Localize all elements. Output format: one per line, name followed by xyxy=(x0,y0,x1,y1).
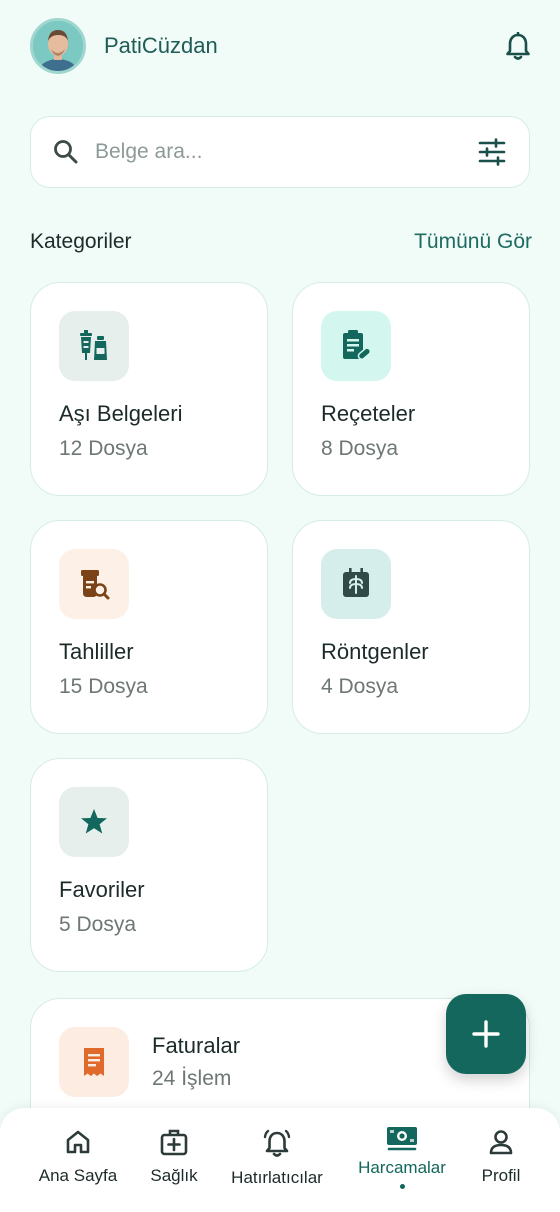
category-card-favorites[interactable]: Favoriler 5 Dosya xyxy=(30,758,268,972)
money-icon xyxy=(387,1127,417,1151)
category-icon-box xyxy=(321,549,391,619)
invoice-count: 24 İşlem xyxy=(152,1067,232,1090)
category-title: Favoriler xyxy=(59,877,145,902)
categories-title: Kategoriler xyxy=(30,230,132,253)
alarm-bell-icon xyxy=(263,1129,291,1157)
category-title: Aşı Belgeleri xyxy=(59,401,183,426)
search-bar xyxy=(30,116,530,188)
notifications-button[interactable] xyxy=(498,26,538,66)
invoice-title: Faturalar xyxy=(152,1033,241,1058)
category-card-xrays[interactable]: Röntgenler 4 Dosya xyxy=(292,520,530,734)
add-document-button[interactable] xyxy=(446,994,526,1074)
category-title: Röntgenler xyxy=(321,639,429,664)
nav-health[interactable]: Sağlık xyxy=(144,1128,204,1186)
invoice-icon-box xyxy=(59,1027,129,1097)
categories-header: Kategoriler Tümünü Gör xyxy=(30,222,532,262)
star-icon xyxy=(81,809,107,834)
category-card-prescriptions[interactable]: Reçeteler 8 Dosya xyxy=(292,282,530,496)
xray-icon xyxy=(343,568,369,597)
category-icon-box xyxy=(59,787,129,857)
see-all-link[interactable]: Tümünü Gör xyxy=(414,230,532,254)
category-card-vaccines[interactable]: Aşı Belgeleri 12 Dosya xyxy=(30,282,268,496)
home-icon xyxy=(66,1130,90,1154)
nav-label: Ana Sayfa xyxy=(38,1166,118,1185)
plus-icon xyxy=(472,1020,500,1048)
vaccine-icon xyxy=(80,330,107,360)
avatar-image xyxy=(33,21,83,71)
app-header: PatiCüzdan xyxy=(0,0,560,92)
nav-label: Profil xyxy=(481,1166,521,1185)
category-count: 5 Dosya xyxy=(59,913,137,936)
nav-home[interactable]: Ana Sayfa xyxy=(38,1128,118,1186)
nav-label: Harcamalar xyxy=(358,1158,446,1177)
avatar[interactable] xyxy=(30,18,86,74)
category-title: Reçeteler xyxy=(321,401,416,426)
nav-profile[interactable]: Profil xyxy=(472,1128,530,1186)
category-title: Tahliller xyxy=(59,639,134,664)
search-input[interactable] xyxy=(95,140,477,164)
nav-label: Sağlık xyxy=(150,1166,198,1185)
category-icon-box xyxy=(59,311,129,381)
bell-icon xyxy=(506,32,530,60)
category-count: 12 Dosya xyxy=(59,437,148,460)
filter-icon[interactable] xyxy=(477,138,507,166)
medical-kit-icon xyxy=(160,1129,188,1156)
lab-test-icon xyxy=(81,570,110,600)
app-title: PatiCüzdan xyxy=(104,33,218,58)
category-icon-box xyxy=(59,549,129,619)
active-indicator-dot xyxy=(399,1184,405,1189)
search-icon xyxy=(54,140,78,164)
category-count: 8 Dosya xyxy=(321,437,399,460)
person-icon xyxy=(489,1130,513,1155)
category-count: 4 Dosya xyxy=(321,675,399,698)
nav-expenses[interactable]: Harcamalar xyxy=(352,1124,452,1189)
bottom-navigation: Ana Sayfa Sağlık Hatırlatıcılar Harcamal… xyxy=(0,1108,560,1212)
nav-label: Hatırlatıcılar xyxy=(231,1168,323,1187)
category-card-lab-tests[interactable]: Tahliller 15 Dosya xyxy=(30,520,268,734)
receipt-icon xyxy=(84,1048,104,1076)
prescription-icon xyxy=(343,330,372,360)
nav-reminders[interactable]: Hatırlatıcılar xyxy=(226,1128,328,1188)
category-count: 15 Dosya xyxy=(59,675,148,698)
category-icon-box xyxy=(321,311,391,381)
